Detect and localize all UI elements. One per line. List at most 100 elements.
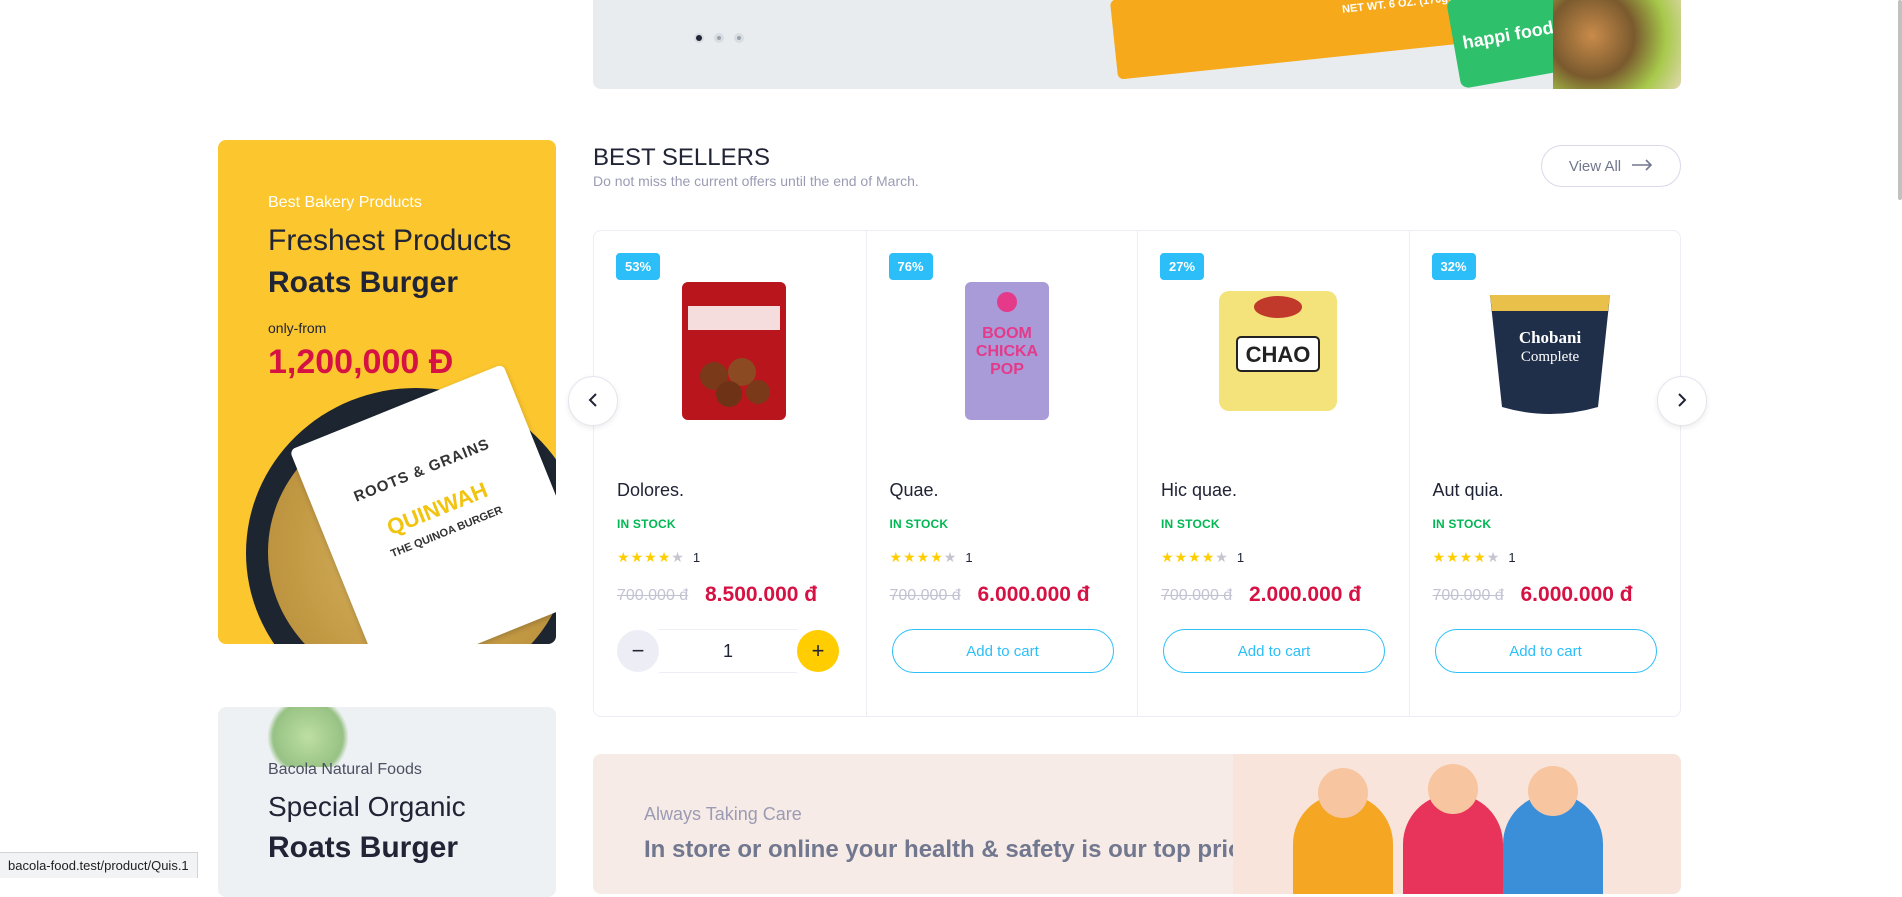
discount-badge: 27% bbox=[1160, 253, 1205, 280]
product-name[interactable]: Quae. bbox=[890, 480, 939, 501]
product-name[interactable]: Dolores. bbox=[617, 480, 684, 501]
old-price: 700.000 đ bbox=[1432, 587, 1504, 604]
star-icon: ★ bbox=[644, 549, 657, 565]
product-card[interactable]: 76% BOOM CHICKA POP Quae. IN STOCK ★ ★ ★ ★ ★ 1… bbox=[865, 231, 1138, 716]
slider-dot-3[interactable] bbox=[734, 33, 744, 43]
quantity-decrease-button[interactable]: − bbox=[617, 630, 659, 672]
product-name[interactable]: Hic quae. bbox=[1161, 480, 1237, 501]
svg-text:Chobani: Chobani bbox=[1518, 328, 1581, 347]
person-head bbox=[1318, 768, 1368, 818]
carousel-prev-button[interactable] bbox=[568, 376, 618, 426]
star-icon: ★ bbox=[1432, 549, 1446, 565]
view-all-button[interactable]: View All bbox=[1541, 145, 1681, 187]
view-all-label: View All bbox=[1568, 157, 1622, 175]
sale-price: 6.000.000 đ bbox=[1520, 583, 1633, 606]
stock-status: IN STOCK bbox=[617, 517, 676, 531]
add-to-cart-button[interactable]: Add to cart bbox=[1163, 629, 1385, 673]
star-icon: ★ bbox=[889, 549, 903, 565]
star-empty-icon: ★ bbox=[671, 549, 684, 565]
promo2-title-bold: Roats Burger bbox=[268, 831, 459, 864]
promo2-eyebrow: Bacola Natural Foods bbox=[268, 761, 422, 778]
hero-food-image bbox=[1553, 0, 1681, 89]
promo-title-bold: Roats Burger bbox=[268, 266, 459, 299]
product-image-yogurt[interactable]: Chobani Complete bbox=[1480, 271, 1620, 431]
old-price: 700.000 đ bbox=[617, 587, 689, 604]
product-rating: ★ ★ ★ ★ ★ 1 bbox=[890, 549, 973, 566]
star-empty-icon: ★ bbox=[943, 549, 957, 565]
care-eyebrow: Always Taking Care bbox=[644, 804, 802, 824]
promo-banner-organic[interactable]: Bacola Natural Foods Special Organic Roa… bbox=[218, 707, 556, 897]
star-icon: ★ bbox=[930, 549, 943, 565]
star-icon: ★ bbox=[1174, 549, 1188, 565]
add-to-cart-button[interactable]: Add to cart bbox=[891, 629, 1114, 673]
sale-price: 6.000.000 đ bbox=[977, 583, 1090, 606]
leaf-image bbox=[258, 707, 358, 767]
product-card[interactable]: 32% Chobani Complete Aut quia. IN STOCK ★… bbox=[1408, 231, 1681, 716]
discount-badge: 32% bbox=[1431, 253, 1476, 280]
add-to-cart-button[interactable]: Add to cart bbox=[1434, 629, 1657, 673]
slider-dot-2[interactable] bbox=[714, 33, 724, 43]
hero-product-pack: NET WT. 6 OZ. (170g) bbox=[1109, 0, 1497, 80]
svg-text:BOOM: BOOM bbox=[982, 325, 1032, 342]
person-head bbox=[1528, 766, 1578, 816]
quantity-value[interactable]: 1 bbox=[659, 629, 797, 673]
star-icon: ★ bbox=[630, 549, 644, 565]
star-empty-icon: ★ bbox=[1215, 549, 1228, 565]
promo-price: 1,200,000 Đ bbox=[268, 343, 454, 381]
svg-text:CHAO: CHAO bbox=[1246, 342, 1311, 367]
product-name[interactable]: Aut quia. bbox=[1433, 480, 1504, 501]
carousel-next-button[interactable] bbox=[1657, 376, 1707, 426]
page-scrollbar[interactable] bbox=[1898, 0, 1902, 200]
slider-dot-1[interactable] bbox=[694, 33, 704, 43]
rating-count: 1 bbox=[965, 550, 973, 565]
arrow-right-icon bbox=[1631, 158, 1653, 175]
star-icon: ★ bbox=[1473, 549, 1486, 565]
svg-text:Complete: Complete bbox=[1520, 349, 1579, 365]
svg-text:CHICKA: CHICKA bbox=[975, 343, 1038, 360]
quantity-increase-button[interactable]: + bbox=[797, 630, 839, 672]
hero-slider: NET WT. 6 OZ. (170g) happi food bbox=[593, 0, 1681, 89]
product-image-popcorn[interactable]: BOOM CHICKA POP bbox=[937, 271, 1077, 431]
star-icon: ★ bbox=[1201, 549, 1215, 565]
chevron-left-icon bbox=[587, 388, 599, 414]
sale-price: 2.000.000 đ bbox=[1249, 583, 1362, 606]
product-rating: ★ ★ ★ ★ ★ 1 bbox=[1433, 549, 1516, 566]
star-icon: ★ bbox=[1459, 549, 1473, 565]
star-icon: ★ bbox=[1161, 549, 1174, 565]
rating-count: 1 bbox=[1508, 550, 1516, 565]
hero-pack-text: NET WT. 6 OZ. (170g) bbox=[1341, 0, 1453, 16]
section-subtitle: Do not miss the current offers until the… bbox=[593, 173, 919, 189]
product-image-meatballs[interactable] bbox=[664, 271, 804, 431]
promo-title-light: Freshest Products bbox=[268, 224, 512, 257]
product-card[interactable]: 53% Dolores. IN STOCK ★ ★ ★ ★ ★ 1 700.000 đ … bbox=[594, 231, 866, 716]
discount-badge: 76% bbox=[888, 253, 933, 280]
care-illustration bbox=[1233, 754, 1681, 894]
care-banner[interactable]: Always Taking Care In store or online yo… bbox=[593, 754, 1681, 894]
promo-banner-bakery[interactable]: Best Bakery Products Freshest Products R… bbox=[218, 140, 556, 644]
quantity-stepper: − 1 + bbox=[617, 629, 839, 673]
hero-brand-tag: happi food bbox=[1446, 0, 1570, 89]
promo-eyebrow: Best Bakery Products bbox=[268, 194, 422, 211]
star-empty-icon: ★ bbox=[1486, 549, 1500, 565]
browser-status-url: bacola-food.test/product/Quis.1 bbox=[0, 852, 198, 878]
product-carousel: 53% Dolores. IN STOCK ★ ★ ★ ★ ★ 1 700.000 đ … bbox=[593, 230, 1681, 717]
stock-status: IN STOCK bbox=[889, 517, 949, 531]
discount-badge: 53% bbox=[616, 253, 661, 280]
promo2-title-light: Special Organic bbox=[268, 791, 466, 822]
star-icon: ★ bbox=[1188, 549, 1201, 565]
rating-count: 1 bbox=[692, 550, 701, 565]
product-card[interactable]: 27% CHAO Hic quae. IN STOCK ★ ★ ★ ★ ★ 1 700.… bbox=[1137, 231, 1409, 716]
svg-text:POP: POP bbox=[990, 361, 1024, 378]
star-icon: ★ bbox=[903, 549, 916, 565]
stock-status: IN STOCK bbox=[1161, 517, 1220, 531]
star-icon: ★ bbox=[916, 549, 930, 565]
star-icon: ★ bbox=[1446, 549, 1459, 565]
product-rating: ★ ★ ★ ★ ★ 1 bbox=[617, 549, 700, 566]
star-icon: ★ bbox=[617, 549, 630, 565]
product-rating: ★ ★ ★ ★ ★ 1 bbox=[1161, 549, 1244, 566]
section-title: BEST SELLERS bbox=[593, 144, 770, 171]
promo-price-prefix: only-from bbox=[268, 320, 327, 336]
product-image-cheese[interactable]: CHAO bbox=[1208, 271, 1348, 431]
old-price: 700.000 đ bbox=[1161, 587, 1233, 604]
chevron-right-icon bbox=[1676, 388, 1688, 414]
